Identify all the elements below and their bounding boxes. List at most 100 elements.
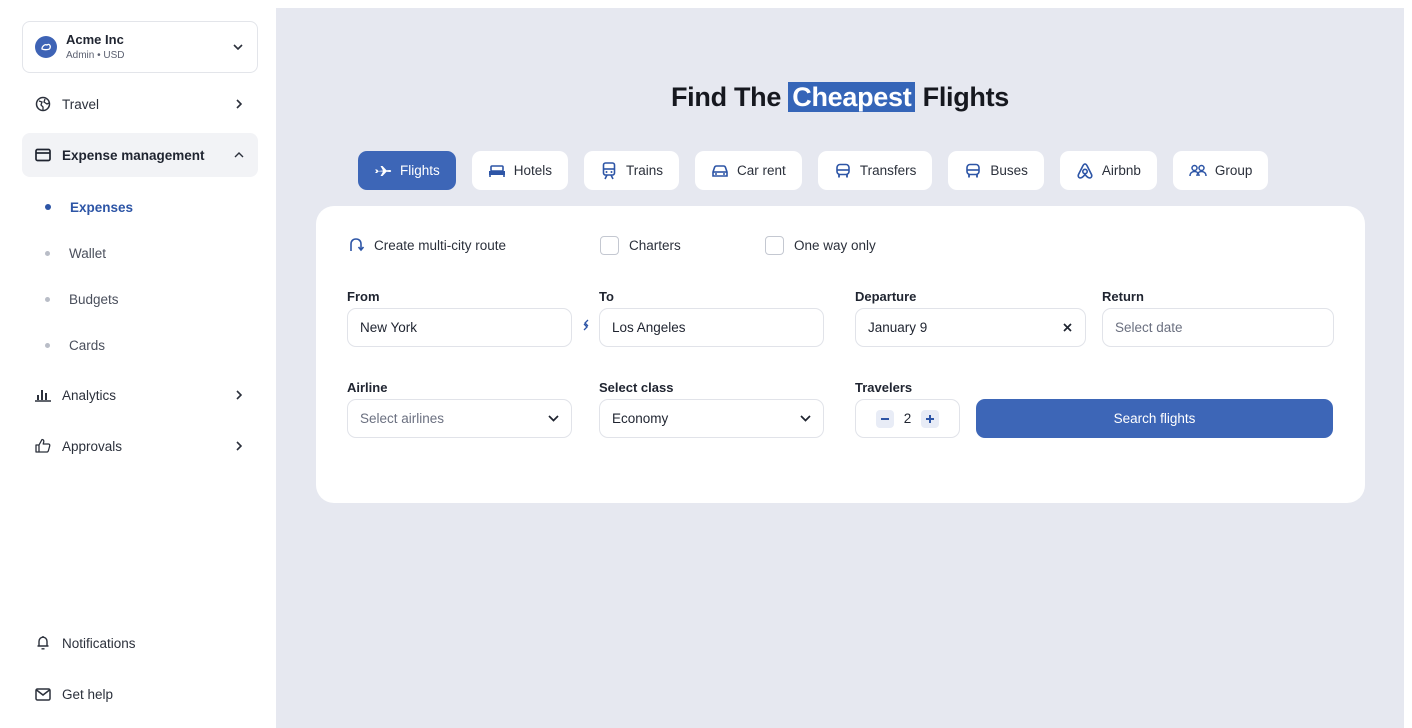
- nav-label-expense-management: Expense management: [62, 147, 205, 163]
- tab-car-rent[interactable]: Car rent: [695, 151, 802, 190]
- airline-label: Airline: [347, 380, 388, 395]
- users-icon: [1189, 162, 1207, 180]
- airline-placeholder: Select airlines: [360, 411, 445, 426]
- tab-label-transfers: Transfers: [859, 163, 917, 178]
- tab-group[interactable]: Group: [1172, 151, 1269, 190]
- shuttle-icon: [834, 162, 852, 180]
- swap-icon[interactable]: [578, 317, 594, 333]
- nav-label-get-help: Get help: [62, 686, 114, 702]
- one-way-checkbox[interactable]: [765, 236, 784, 255]
- nav-item-get-help[interactable]: Get help: [22, 672, 258, 716]
- credit-card-icon: [34, 146, 52, 164]
- search-flights-button[interactable]: Search flights: [976, 399, 1333, 438]
- category-tabs: Flights Hotels Trains Car rent Transfers…: [358, 151, 1284, 191]
- decrement-button[interactable]: [875, 409, 894, 428]
- return-placeholder: Select date: [1115, 320, 1183, 335]
- tab-hotels[interactable]: Hotels: [471, 151, 569, 190]
- airbnb-icon: [1076, 162, 1094, 180]
- car-icon: [711, 162, 729, 180]
- sidebar-item-cards[interactable]: Cards: [45, 333, 105, 357]
- nav-label-analytics: Analytics: [62, 387, 117, 403]
- bullet-dot: [45, 250, 50, 256]
- one-way-option[interactable]: One way only: [765, 236, 876, 255]
- tab-label-airbnb: Airbnb: [1101, 163, 1141, 178]
- sidebar-item-wallet[interactable]: Wallet: [45, 241, 106, 265]
- tab-transfers[interactable]: Transfers: [817, 151, 933, 190]
- airline-select[interactable]: Select airlines: [347, 399, 572, 438]
- nav-item-analytics[interactable]: Analytics: [22, 373, 258, 417]
- return-field[interactable]: Select date: [1102, 308, 1334, 347]
- tab-flights[interactable]: Flights: [358, 151, 456, 190]
- nav-label-travel: Travel: [62, 96, 100, 112]
- chevron-right-icon: [232, 97, 246, 111]
- airplane-icon: [374, 162, 392, 180]
- departure-label: Departure: [855, 289, 917, 304]
- return-label: Return: [1102, 289, 1144, 304]
- sidebar-label-cards: Cards: [69, 337, 106, 353]
- sidebar-label-wallet: Wallet: [69, 245, 107, 261]
- tab-label-group: Group: [1214, 163, 1253, 178]
- title-highlight: Cheapest: [788, 82, 916, 112]
- sidebar-item-budgets[interactable]: Budgets: [45, 287, 119, 311]
- tab-buses[interactable]: Buses: [948, 151, 1044, 190]
- nav-item-expense-management[interactable]: Expense management: [22, 133, 258, 177]
- tab-label-car-rent: Car rent: [737, 163, 786, 178]
- sidebar-item-expenses[interactable]: Expenses: [45, 195, 133, 219]
- multi-city-route-link[interactable]: Create multi-city route: [348, 236, 506, 254]
- chevron-right-icon: [232, 439, 246, 453]
- close-icon[interactable]: [1061, 322, 1073, 334]
- tab-airbnb[interactable]: Airbnb: [1059, 151, 1157, 190]
- nav-item-approvals[interactable]: Approvals: [22, 424, 258, 468]
- workspace-logo-icon: [35, 36, 57, 58]
- workspace-name: Acme Inc: [66, 32, 124, 47]
- travelers-value: 2: [903, 411, 912, 426]
- page-title: Find The Cheapest Flights: [276, 82, 1404, 113]
- tab-trains[interactable]: Trains: [584, 151, 680, 190]
- globe-icon: [34, 95, 52, 113]
- travelers-label: Travelers: [855, 380, 913, 395]
- nav-item-travel[interactable]: Travel: [22, 82, 258, 126]
- chevron-up-icon: [232, 148, 246, 162]
- nav-item-notifications[interactable]: Notifications: [22, 621, 258, 665]
- class-value: Economy: [612, 411, 669, 426]
- tab-label-buses: Buses: [990, 163, 1028, 178]
- charters-checkbox[interactable]: [600, 236, 619, 255]
- main-content: Find The Cheapest Flights Flights Hotels…: [276, 8, 1404, 728]
- bed-icon: [488, 162, 506, 180]
- one-way-label: One way only: [794, 238, 876, 253]
- departure-field[interactable]: January 9: [855, 308, 1086, 347]
- train-icon: [600, 161, 618, 180]
- chevron-down-icon: [231, 40, 245, 54]
- to-value: Los Angeles: [612, 320, 686, 335]
- charters-option[interactable]: Charters: [600, 236, 681, 255]
- increment-button[interactable]: [921, 409, 940, 428]
- chevron-down-icon: [547, 413, 559, 425]
- chevron-right-icon: [232, 388, 246, 402]
- from-field[interactable]: New York: [347, 308, 572, 347]
- sidebar: Acme Inc Admin • USD Travel Expense mana…: [7, 8, 275, 728]
- bullet-dot: [45, 204, 51, 210]
- mail-icon: [34, 685, 52, 703]
- bullet-dot: [45, 342, 50, 348]
- workspace-switcher[interactable]: Acme Inc Admin • USD: [22, 21, 258, 73]
- sidebar-label-expenses: Expenses: [70, 199, 134, 215]
- chevron-down-icon: [799, 413, 811, 425]
- nav-label-approvals: Approvals: [62, 438, 123, 454]
- title-suffix: Flights: [915, 82, 1010, 112]
- workspace-role: Admin • USD: [66, 50, 125, 61]
- bar-chart-icon: [34, 386, 52, 404]
- title-prefix: Find The: [670, 82, 789, 112]
- bus-icon: [964, 162, 982, 180]
- tab-label-flights: Flights: [400, 163, 440, 178]
- sidebar-label-budgets: Budgets: [69, 291, 119, 307]
- from-value: New York: [360, 320, 418, 335]
- to-field[interactable]: Los Angeles: [599, 308, 824, 347]
- tab-label-trains: Trains: [626, 163, 664, 178]
- workspace-info: Acme Inc Admin • USD: [66, 32, 231, 62]
- nav-label-notifications: Notifications: [62, 635, 136, 651]
- bell-icon: [34, 634, 52, 652]
- class-select[interactable]: Economy: [599, 399, 824, 438]
- travelers-stepper: 2: [855, 399, 960, 438]
- search-card: Create multi-city route Charters One way…: [316, 206, 1365, 503]
- class-label: Select class: [599, 380, 674, 395]
